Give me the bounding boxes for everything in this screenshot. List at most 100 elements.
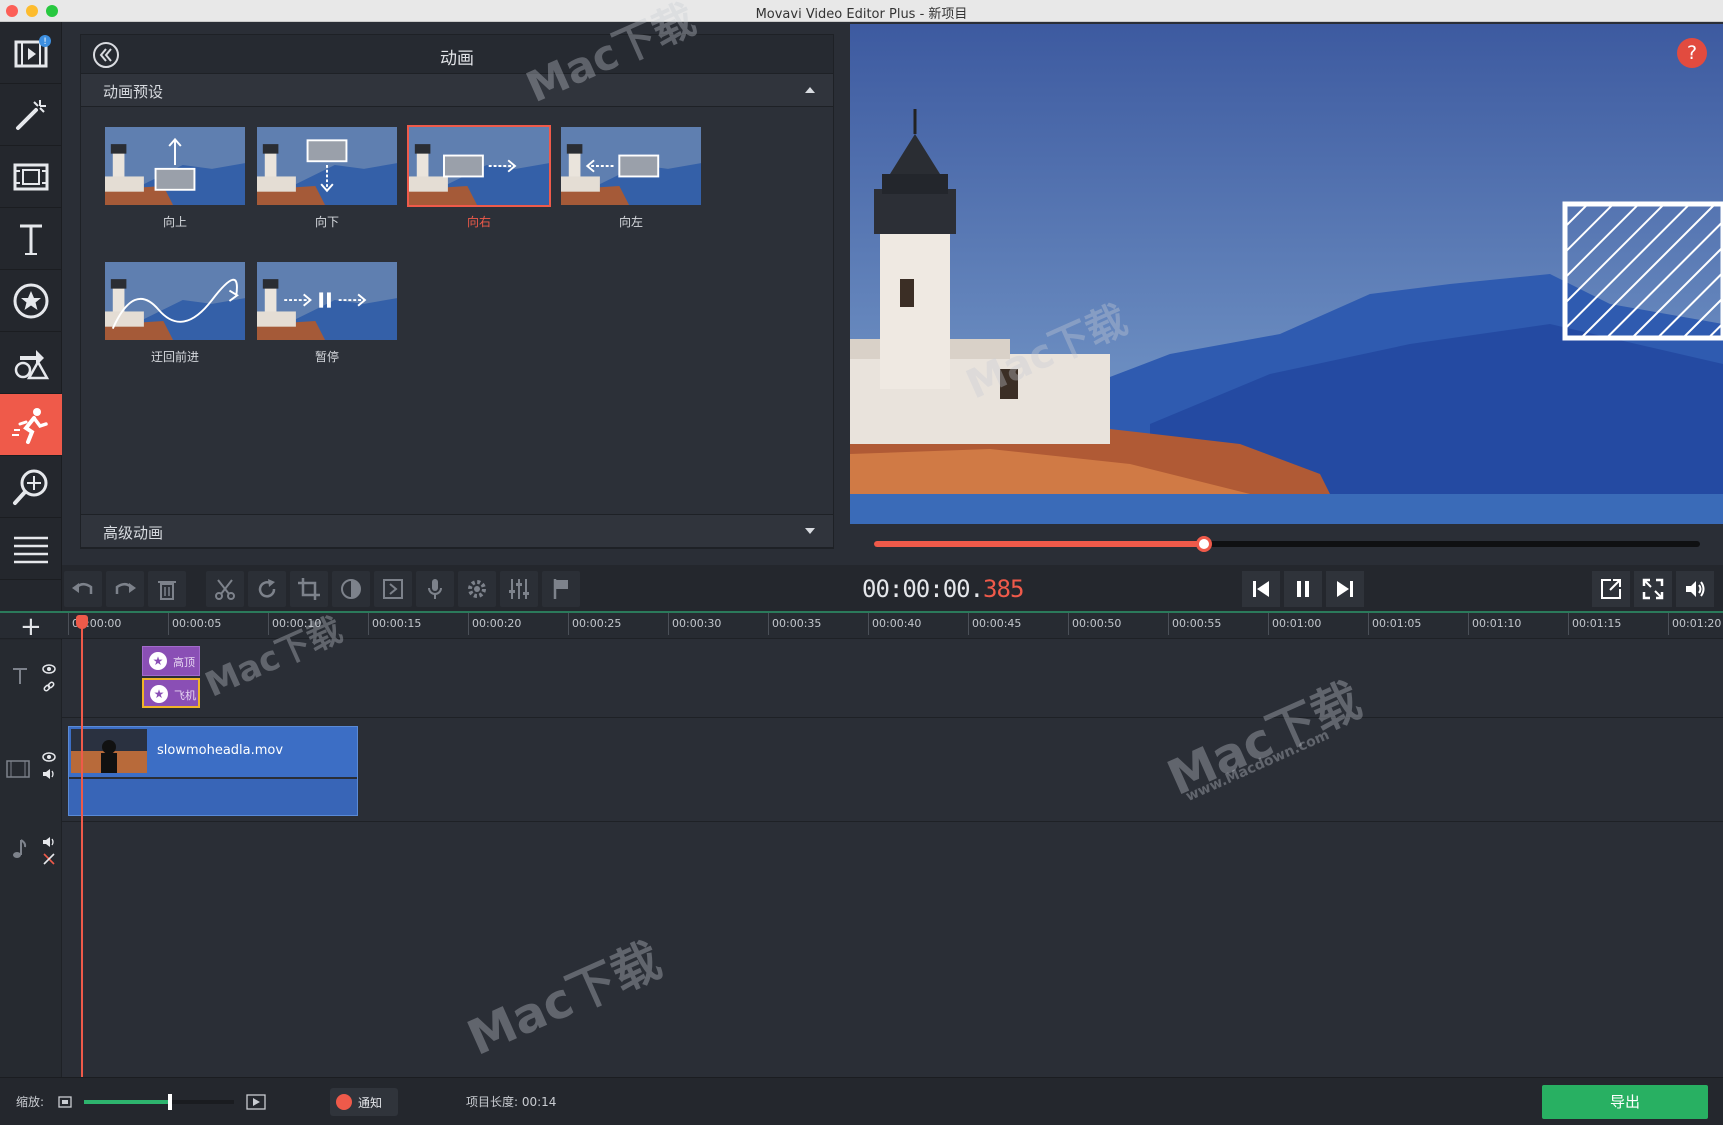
import-media-button[interactable]: ! (0, 22, 62, 84)
preset-thumbnail (103, 125, 247, 207)
clip-properties-icon (383, 579, 403, 599)
preset-arrow-down[interactable]: 向下 (255, 125, 399, 235)
timecode-display: 00:00:00.385 (862, 575, 1024, 603)
preset-thumbnail (255, 260, 399, 342)
shapes-button[interactable] (0, 332, 62, 394)
preset-label: 迂回前进 (150, 350, 199, 364)
eye-icon[interactable] (42, 664, 56, 674)
pause-button[interactable] (1284, 571, 1322, 607)
audio-waveform (69, 777, 357, 815)
scissors-icon (215, 579, 235, 600)
zoom-pan-button[interactable] (0, 456, 62, 518)
equalizer-button[interactable] (500, 571, 538, 607)
preset-arrow-left[interactable]: 向左 (559, 125, 703, 235)
film-icon (6, 760, 30, 778)
record-audio-button[interactable] (416, 571, 454, 607)
fullscreen-button[interactable] (1634, 571, 1672, 607)
color-adjust-button[interactable] (332, 571, 370, 607)
tick-label: 00:00:40 (867, 613, 922, 635)
presets-section-title: 动画预设 (103, 83, 164, 101)
marker-button[interactable] (542, 571, 580, 607)
audio-track (0, 822, 1723, 1077)
speaker-icon[interactable] (42, 836, 56, 848)
playback-controls: 00:00:00.385 (850, 565, 1723, 613)
bell-icon (336, 1094, 352, 1110)
star-icon: ★ (149, 652, 167, 670)
advanced-section-header[interactable]: 高级动画 (81, 514, 833, 548)
clip-properties-button[interactable] (374, 571, 412, 607)
gear-icon (468, 580, 486, 598)
video-preview: ? (850, 24, 1723, 524)
caret-down-icon (805, 528, 815, 534)
more-tools-icon (14, 536, 48, 563)
link-icon[interactable] (42, 680, 56, 694)
zoom-slider[interactable] (84, 1094, 234, 1110)
notifications-button[interactable]: 通知 (330, 1088, 398, 1116)
redo-button[interactable] (106, 571, 144, 607)
undo-button[interactable] (64, 571, 102, 607)
preset-arrow-right[interactable]: 向右 (407, 125, 551, 235)
title-clip[interactable]: ★ 高顶 (142, 646, 200, 676)
preset-wavy-arrow[interactable]: 迂回前进 (103, 260, 247, 370)
video-clip-label: slowmoheadla.mov (157, 743, 284, 758)
animation-button[interactable] (0, 394, 62, 456)
title-bar: Movavi Video Editor Plus - 新项目 (0, 0, 1723, 22)
title-clip-label: 高顶 (173, 656, 195, 669)
settings-button[interactable] (458, 571, 496, 607)
preset-arrow-up[interactable]: 向上 (103, 125, 247, 235)
detach-preview-button[interactable] (1592, 571, 1630, 607)
crop-button[interactable] (290, 571, 328, 607)
tick-label: 00:01:05 (1367, 613, 1422, 635)
split-button[interactable] (206, 571, 244, 607)
redo-icon (115, 583, 136, 594)
export-button[interactable]: 导出 (1542, 1085, 1708, 1119)
zoom-pan-icon (13, 469, 48, 505)
presets-section-header[interactable]: 动画预设 (81, 73, 833, 107)
skip-forward-icon (1337, 581, 1353, 597)
music-note-icon (13, 839, 27, 858)
video-clip[interactable]: slowmoheadla.mov (68, 726, 358, 816)
titles-button[interactable] (0, 208, 62, 270)
transitions-button[interactable] (0, 146, 62, 208)
stickers-button[interactable] (0, 270, 62, 332)
playhead[interactable] (76, 615, 88, 1077)
preset-pause-arrows[interactable]: 暂停 (255, 260, 399, 370)
help-button[interactable]: ? (1677, 38, 1707, 68)
zoom-knob[interactable] (167, 1094, 172, 1110)
preset-thumbnail (255, 125, 399, 207)
speaker-icon[interactable] (42, 768, 56, 780)
zoom-in-icon[interactable] (246, 1094, 266, 1110)
unlink-icon[interactable] (42, 852, 56, 866)
add-track-button[interactable]: + (20, 612, 42, 642)
delete-button[interactable] (148, 571, 186, 607)
playback-progress-bar[interactable] (874, 536, 1700, 552)
tick-label: 00:00:15 (367, 613, 422, 635)
preset-label: 向右 (466, 215, 491, 229)
pause-arrows-icon (257, 262, 397, 340)
shapes-icon (14, 349, 50, 379)
title-clip-label: 飞机 (174, 689, 196, 702)
eye-icon[interactable] (42, 752, 56, 762)
project-length: 项目长度: 00:14 (466, 1095, 557, 1109)
zoom-out-icon[interactable] (58, 1096, 72, 1108)
preset-thumbnail (103, 260, 247, 342)
filters-button[interactable] (0, 84, 62, 146)
advanced-section-title: 高级动画 (103, 524, 164, 542)
video-track-header (0, 718, 62, 822)
audio-track-header (0, 822, 62, 1077)
trash-icon (158, 581, 176, 600)
more-tools-button[interactable] (0, 518, 62, 580)
skip-back-icon (1253, 581, 1269, 597)
progress-fill (874, 541, 1205, 547)
timeline-ruler[interactable]: + 00:00:00 00:00:05 00:00:10 00:00:15 00:00:… (0, 611, 1723, 642)
volume-button[interactable] (1676, 571, 1714, 607)
previous-button[interactable] (1242, 571, 1280, 607)
rotate-button[interactable] (248, 571, 286, 607)
preset-thumbnail (559, 125, 703, 207)
progress-knob[interactable] (1196, 536, 1213, 552)
import-media-icon: ! (14, 34, 51, 67)
preset-label: 暂停 (314, 350, 339, 364)
next-button[interactable] (1326, 571, 1364, 607)
arrow-up-icon (105, 127, 245, 205)
title-clip[interactable]: ★ 飞机 (142, 678, 200, 708)
